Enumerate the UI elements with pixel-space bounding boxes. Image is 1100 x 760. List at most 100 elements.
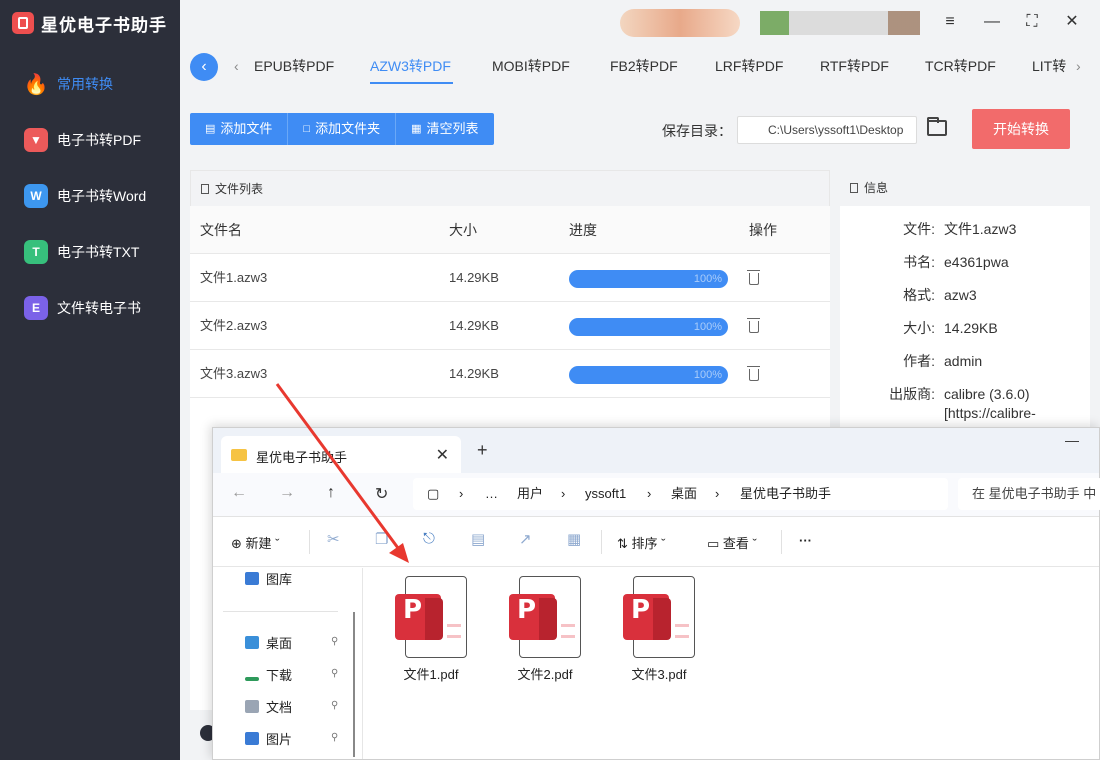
folder-icon: □ bbox=[303, 123, 311, 135]
file-name: 文件2.azw3 bbox=[200, 318, 268, 333]
app-logo-icon bbox=[12, 12, 34, 34]
info-key: 出版商: bbox=[889, 386, 935, 402]
tab-lit-to-pdf[interactable]: LIT转 bbox=[1032, 56, 1066, 76]
pdf-file-icon: P bbox=[623, 576, 695, 660]
copy-icon[interactable]: ❐ bbox=[375, 530, 388, 548]
divider bbox=[601, 530, 602, 554]
sidebar-item-ebook-to-word[interactable]: W 电子书转Word bbox=[0, 168, 180, 224]
address-bar[interactable]: ▢ › … 用户 › yssoft1 › 桌面 › 星优电子书助手 bbox=[413, 478, 948, 510]
add-folder-label: 添加文件夹 bbox=[315, 121, 381, 136]
view-button[interactable]: ▭ 查看 ˇ bbox=[707, 533, 757, 552]
app-header: 星优电子书助手 bbox=[0, 0, 180, 46]
side-item-label: 文档 bbox=[266, 700, 293, 715]
forward-arrow-icon[interactable]: → bbox=[279, 484, 295, 502]
minimize-icon[interactable]: — bbox=[1065, 432, 1079, 448]
divider bbox=[223, 611, 338, 612]
side-item-label: 图库 bbox=[266, 572, 293, 587]
breadcrumb-folder[interactable]: 星优电子书助手 bbox=[740, 478, 831, 510]
side-item-downloads[interactable]: 下载 bbox=[245, 665, 292, 684]
pin-icon[interactable]: ⚲ bbox=[331, 636, 338, 647]
pictures-icon bbox=[245, 732, 259, 745]
clear-list-button[interactable]: ▦ 清空列表 bbox=[396, 113, 493, 145]
breadcrumb-yssoft1[interactable]: yssoft1 bbox=[585, 478, 626, 510]
tabs-scroll-left-icon[interactable]: ‹ bbox=[234, 58, 239, 74]
add-file-button[interactable]: ▤ 添加文件 bbox=[190, 113, 289, 145]
tab-rtf-to-pdf[interactable]: RTF转PDF bbox=[820, 56, 889, 76]
sidebar-item-ebook-to-pdf[interactable]: ▼ 电子书转PDF bbox=[0, 112, 180, 168]
pin-icon[interactable]: ⚲ bbox=[331, 732, 338, 743]
minimize-icon[interactable]: — bbox=[982, 12, 1002, 32]
back-arrow-icon[interactable]: ← bbox=[231, 484, 247, 502]
breadcrumb-sep: › bbox=[715, 486, 720, 501]
new-tab-icon[interactable]: + bbox=[477, 440, 488, 461]
tabs-scroll-right-icon[interactable]: › bbox=[1076, 58, 1081, 74]
tab-tcr-to-pdf[interactable]: TCR转PDF bbox=[925, 56, 996, 76]
tab-epub-to-pdf[interactable]: EPUB转PDF bbox=[254, 56, 334, 76]
up-arrow-icon[interactable]: ↑ bbox=[327, 484, 335, 502]
table-row[interactable]: 文件2.azw3 14.29KB 100% bbox=[190, 302, 830, 350]
pdf-file-icon: P bbox=[509, 576, 581, 660]
paste-icon[interactable]: ⎋ bbox=[423, 530, 435, 547]
delete-icon[interactable] bbox=[747, 365, 760, 381]
side-item-gallery[interactable]: 图库 bbox=[245, 569, 292, 588]
side-item-desktop[interactable]: 桌面 bbox=[245, 633, 292, 652]
side-item-pictures[interactable]: 图片 bbox=[245, 729, 292, 748]
open-folder-icon[interactable] bbox=[927, 117, 947, 136]
info-row: 作者: admin bbox=[840, 352, 1090, 371]
pin-icon[interactable]: ⚲ bbox=[331, 700, 338, 711]
info-row: 大小: 14.29KB bbox=[840, 319, 1090, 338]
share-icon[interactable]: ↗ bbox=[519, 530, 532, 548]
txt-icon: T bbox=[24, 240, 48, 264]
desktop-icon bbox=[245, 636, 259, 649]
back-button[interactable]: ‹ bbox=[190, 53, 218, 81]
new-button[interactable]: ⊕ 新建 ˇ bbox=[231, 533, 279, 552]
search-input[interactable]: 在 星优电子书助手 中 bbox=[958, 478, 1100, 510]
toolbar: ▤ 添加文件 □ 添加文件夹 ▦ 清空列表 保存目录： C:\Users\yssoft… bbox=[180, 90, 1100, 170]
delete-icon[interactable] bbox=[747, 269, 760, 285]
table-row[interactable]: 文件3.azw3 14.29KB 100% bbox=[190, 350, 830, 398]
sidebar-item-label: 电子书转PDF bbox=[57, 132, 141, 148]
sidebar-scrollbar[interactable] bbox=[353, 612, 355, 757]
delete-icon[interactable] bbox=[747, 317, 760, 333]
blurred-user-info bbox=[760, 11, 920, 35]
file-item-pdf[interactable]: P 文件2.pdf bbox=[500, 576, 590, 683]
info-title: 信息 bbox=[864, 181, 889, 195]
col-op: 操作 bbox=[749, 222, 777, 238]
more-options-icon[interactable]: ··· bbox=[799, 533, 812, 548]
sidebar-item-common[interactable]: 🔥 常用转换 bbox=[0, 56, 180, 112]
rename-icon[interactable]: ▤ bbox=[471, 530, 485, 548]
close-icon[interactable]: ✕ bbox=[1062, 12, 1082, 32]
start-convert-button[interactable]: 开始转换 bbox=[972, 109, 1070, 149]
maximize-icon[interactable]: ⛶ bbox=[1022, 12, 1042, 32]
delete-icon[interactable]: ▦ bbox=[567, 530, 581, 548]
breadcrumb-desktop[interactable]: 桌面 bbox=[671, 478, 697, 510]
trash-icon: ▦ bbox=[411, 123, 422, 135]
monitor-icon: ▢ bbox=[427, 486, 440, 501]
tab-mobi-to-pdf[interactable]: MOBI转PDF bbox=[492, 56, 570, 76]
cut-icon[interactable]: ✂ bbox=[327, 530, 340, 548]
sidebar-item-ebook-to-txt[interactable]: T 电子书转TXT bbox=[0, 224, 180, 280]
breadcrumb-sep: › bbox=[647, 486, 652, 501]
tab-azw3-to-pdf[interactable]: AZW3转PDF bbox=[370, 56, 451, 76]
list-icon bbox=[201, 184, 209, 194]
refresh-icon[interactable]: ↻ bbox=[375, 484, 388, 504]
file-item-pdf[interactable]: P 文件1.pdf bbox=[386, 576, 476, 683]
breadcrumb-more[interactable]: … bbox=[485, 478, 498, 510]
sidebar-item-file-to-ebook[interactable]: E 文件转电子书 bbox=[0, 280, 180, 336]
fire-icon: 🔥 bbox=[23, 73, 49, 96]
explorer-tab[interactable]: 星优电子书助手 ✕ bbox=[221, 436, 461, 473]
table-row[interactable]: 文件1.azw3 14.29KB 100% bbox=[190, 254, 830, 302]
add-folder-button[interactable]: □ 添加文件夹 bbox=[288, 113, 397, 145]
close-tab-icon[interactable]: ✕ bbox=[436, 445, 449, 465]
tab-fb2-to-pdf[interactable]: FB2转PDF bbox=[610, 56, 678, 76]
breadcrumb-users[interactable]: 用户 bbox=[517, 478, 543, 510]
tab-lrf-to-pdf[interactable]: LRF转PDF bbox=[715, 56, 783, 76]
save-dir-input[interactable]: C:\Users\yssoft1\Desktop bbox=[737, 116, 917, 144]
pin-icon[interactable]: ⚲ bbox=[331, 668, 338, 679]
settings-sliders-icon[interactable]: ≡ bbox=[940, 12, 960, 32]
file-item-pdf[interactable]: P 文件3.pdf bbox=[614, 576, 704, 683]
side-item-documents[interactable]: 文档 bbox=[245, 697, 292, 716]
progress-bar: 100% bbox=[569, 365, 728, 384]
sort-button[interactable]: ⇅ 排序 ˇ bbox=[617, 533, 665, 552]
info-row: 书名: e4361pwa bbox=[840, 253, 1090, 272]
